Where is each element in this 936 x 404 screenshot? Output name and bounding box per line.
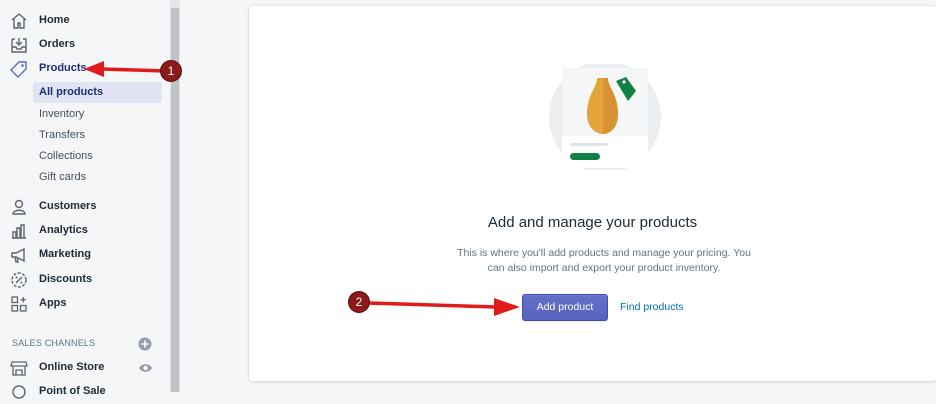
store-icon [10,361,28,376]
annotation-arrow-2 [367,298,520,316]
view-store-eye-icon[interactable] [138,361,153,375]
channel-online-store-label: Online Store [39,361,105,373]
subnav-inventory[interactable]: Inventory [33,104,162,125]
nav-analytics-label: Analytics [39,224,88,236]
channel-point-of-sale[interactable]: Point of Sale [0,380,165,404]
nav-marketing[interactable]: Marketing [0,243,165,267]
channel-point-of-sale-label: Point of Sale [39,385,106,397]
product-illustration [549,64,661,170]
sidebar-scrollbar[interactable] [170,0,180,392]
nav-analytics[interactable]: Analytics [0,219,165,243]
nav-discounts-label: Discounts [39,273,93,285]
nav-customers-label: Customers [39,200,97,212]
add-product-button[interactable]: Add product [522,294,608,321]
find-products-link[interactable]: Find products [620,301,684,313]
analytics-icon [12,224,26,239]
annotation-badge-1: 1 [161,61,181,81]
megaphone-icon [11,247,25,263]
apps-icon [11,296,27,312]
nav-marketing-label: Marketing [39,248,91,260]
home-icon [11,13,27,29]
subnav-gift-cards[interactable]: Gift cards [33,167,162,188]
subnav-collections-label: Collections [39,150,93,162]
annotation-badge-2: 2 [349,292,369,312]
nav-orders-label: Orders [39,38,76,50]
pos-icon [12,385,26,399]
annotation-arrow-1 [84,61,167,77]
subnav-inventory-label: Inventory [39,108,85,120]
nav-apps[interactable]: Apps [0,292,165,316]
subnav-transfers-label: Transfers [39,129,86,141]
nav-home-label: Home [39,14,70,26]
nav-home[interactable]: Home [0,9,165,33]
subnav-gift-cards-label: Gift cards [39,171,87,183]
empty-state-card [249,6,936,381]
orders-icon [11,38,27,53]
nav-discounts[interactable]: Discounts [0,268,165,292]
add-channel-plus-icon[interactable] [138,337,152,351]
nav-customers[interactable]: Customers [0,195,165,219]
customer-icon [12,199,26,215]
subnav-transfers[interactable]: Transfers [33,125,162,146]
empty-state-description: This is where you'll add products and ma… [457,247,751,274]
subnav-all-products-label: All products [39,86,104,98]
sales-channels-heading: SALES CHANNELS [12,338,96,348]
discount-icon [11,272,27,288]
subnav-collections[interactable]: Collections [33,146,162,167]
nav-apps-label: Apps [39,297,67,309]
empty-state-title: Add and manage your products [487,214,698,231]
tag-icon [10,61,27,78]
nav-orders[interactable]: Orders [0,33,165,57]
